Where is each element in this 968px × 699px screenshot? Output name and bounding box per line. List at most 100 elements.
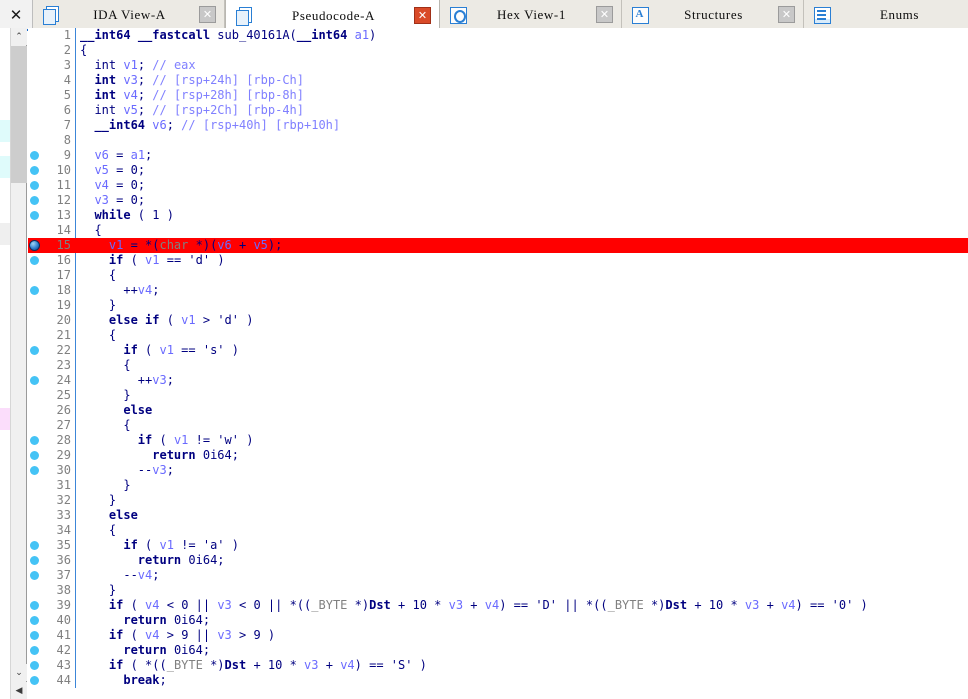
breakpoint-icon[interactable]	[30, 601, 39, 610]
gutter-divider	[75, 508, 76, 523]
close-icon[interactable]: ✕	[596, 6, 613, 23]
line-number: 2	[63, 43, 71, 57]
code-line[interactable]: 17 {	[28, 268, 968, 283]
close-icon[interactable]: ✕	[414, 7, 431, 24]
breakpoint-icon[interactable]	[30, 376, 39, 385]
code-line[interactable]: 10 v5 = 0;	[28, 163, 968, 178]
line-number: 13	[56, 208, 71, 222]
code-line[interactable]: 12 v3 = 0;	[28, 193, 968, 208]
breakpoint-icon[interactable]	[30, 646, 39, 655]
tab-ida-view-a[interactable]: IDA View-A ✕	[33, 0, 225, 29]
code-line[interactable]: 8	[28, 133, 968, 148]
code-line[interactable]: 41 if ( v4 > 9 || v3 > 9 )	[28, 628, 968, 643]
code-text: return 0i64;	[123, 643, 211, 657]
code-line[interactable]: 40 return 0i64;	[28, 613, 968, 628]
code-text: {	[80, 523, 117, 537]
code-line[interactable]: 5 int v4; // [rsp+28h] [rbp-8h]	[28, 88, 968, 103]
code-line[interactable]: 16 if ( v1 == 'd' )	[28, 253, 968, 268]
code-line[interactable]: 23 {	[28, 358, 968, 373]
close-icon[interactable]: ✕	[199, 6, 216, 23]
code-line[interactable]: 15 v1 = *(char *)(v6 + v5);	[28, 238, 968, 253]
scroll-down-button[interactable]: ⌄	[11, 664, 27, 681]
scrollbar-thumb[interactable]	[11, 46, 27, 183]
code-line[interactable]: 19 }	[28, 298, 968, 313]
breakpoint-icon[interactable]	[30, 256, 39, 265]
code-line[interactable]: 27 {	[28, 418, 968, 433]
breakpoint-icon[interactable]	[30, 571, 39, 580]
tab-structures[interactable]: Structures ✕	[622, 0, 804, 29]
vertical-scrollbar[interactable]: ⌃ ⌄ ◀	[10, 28, 27, 699]
code-line[interactable]: 44 break;	[28, 673, 968, 688]
code-line[interactable]: 6 int v5; // [rsp+2Ch] [rbp-4h]	[28, 103, 968, 118]
breakpoint-icon[interactable]	[30, 346, 39, 355]
code-line[interactable]: 7 __int64 v6; // [rsp+40h] [rbp+10h]	[28, 118, 968, 133]
gutter-divider	[75, 418, 76, 433]
tab-label: Pseudocode-A	[291, 7, 376, 23]
code-line[interactable]: 35 if ( v1 != 'a' )	[28, 538, 968, 553]
code-text: else if ( v1 > 'd' )	[108, 313, 254, 327]
code-line[interactable]: 25 }	[28, 388, 968, 403]
breakpoint-icon[interactable]	[30, 211, 39, 220]
line-number: 43	[56, 658, 71, 672]
current-breakpoint-icon[interactable]	[29, 240, 40, 251]
gutter-divider	[75, 343, 76, 358]
breakpoint-icon[interactable]	[30, 676, 39, 685]
navigation-color-strip[interactable]	[0, 28, 10, 699]
scroll-up-button[interactable]: ⌃	[11, 28, 27, 45]
close-icon[interactable]: ✕	[778, 6, 795, 23]
code-line[interactable]: 13 while ( 1 )	[28, 208, 968, 223]
breakpoint-icon[interactable]	[30, 661, 39, 670]
code-line[interactable]: 36 return 0i64;	[28, 553, 968, 568]
breakpoint-icon[interactable]	[30, 616, 39, 625]
tab-hex-view-1[interactable]: Hex View-1 ✕	[440, 0, 622, 29]
line-number: 18	[56, 283, 71, 297]
code-text: {	[80, 223, 102, 237]
code-line[interactable]: 18 ++v4;	[28, 283, 968, 298]
code-line[interactable]: 32 }	[28, 493, 968, 508]
code-line[interactable]: 24 ++v3;	[28, 373, 968, 388]
code-line[interactable]: 43 if ( *((_BYTE *)Dst + 10 * v3 + v4) =…	[28, 658, 968, 673]
gutter-divider	[75, 43, 76, 58]
code-line[interactable]: 37 --v4;	[28, 568, 968, 583]
code-line[interactable]: 11 v4 = 0;	[28, 178, 968, 193]
code-line[interactable]: 9 v6 = a1;	[28, 148, 968, 163]
code-line[interactable]: 33 else	[28, 508, 968, 523]
code-line[interactable]: 29 return 0i64;	[28, 448, 968, 463]
code-line[interactable]: 38 }	[28, 583, 968, 598]
code-line[interactable]: 4 int v3; // [rsp+24h] [rbp-Ch]	[28, 73, 968, 88]
breakpoint-icon[interactable]	[30, 541, 39, 550]
code-line[interactable]: 21 {	[28, 328, 968, 343]
breakpoint-icon[interactable]	[30, 631, 39, 640]
pseudocode-viewport[interactable]: 1 __int64 __fastcall sub_40161A(__int64 a…	[28, 28, 968, 699]
tab-pseudocode-a[interactable]: Pseudocode-A ✕	[225, 0, 440, 29]
code-line[interactable]: 34 {	[28, 523, 968, 538]
gutter-divider	[75, 103, 76, 118]
breakpoint-icon[interactable]	[30, 466, 39, 475]
code-line[interactable]: 28 if ( v1 != 'w' )	[28, 433, 968, 448]
breakpoint-icon[interactable]	[30, 196, 39, 205]
code-line[interactable]: 1 __int64 __fastcall sub_40161A(__int64 a…	[28, 28, 968, 43]
code-line[interactable]: 39 if ( v4 < 0 || v3 < 0 || *((_BYTE *)D…	[28, 598, 968, 613]
code-line[interactable]: 22 if ( v1 == 's' )	[28, 343, 968, 358]
breakpoint-icon[interactable]	[30, 286, 39, 295]
code-line[interactable]: 3 int v1; // eax	[28, 58, 968, 73]
breakpoint-icon[interactable]	[30, 451, 39, 460]
code-line[interactable]: 2{	[28, 43, 968, 58]
breakpoint-icon[interactable]	[30, 181, 39, 190]
code-line[interactable]: 31 }	[28, 478, 968, 493]
code-line[interactable]: 30 --v3;	[28, 463, 968, 478]
breakpoint-icon[interactable]	[30, 166, 39, 175]
breakpoint-icon[interactable]	[30, 436, 39, 445]
line-number: 21	[56, 328, 71, 342]
code-text: v3 = 0;	[94, 193, 146, 207]
code-line[interactable]: 26 else	[28, 403, 968, 418]
code-line[interactable]: 20 else if ( v1 > 'd' )	[28, 313, 968, 328]
breakpoint-icon[interactable]	[30, 556, 39, 565]
gutter-divider	[75, 178, 76, 193]
code-line[interactable]: 42 return 0i64;	[28, 643, 968, 658]
tab-enums[interactable]: Enums✕	[804, 0, 968, 29]
close-all-tabs-button[interactable]: ✕	[0, 0, 33, 29]
breakpoint-icon[interactable]	[30, 151, 39, 160]
code-line[interactable]: 14 {	[28, 223, 968, 238]
scroll-left-button[interactable]: ◀	[11, 682, 27, 699]
